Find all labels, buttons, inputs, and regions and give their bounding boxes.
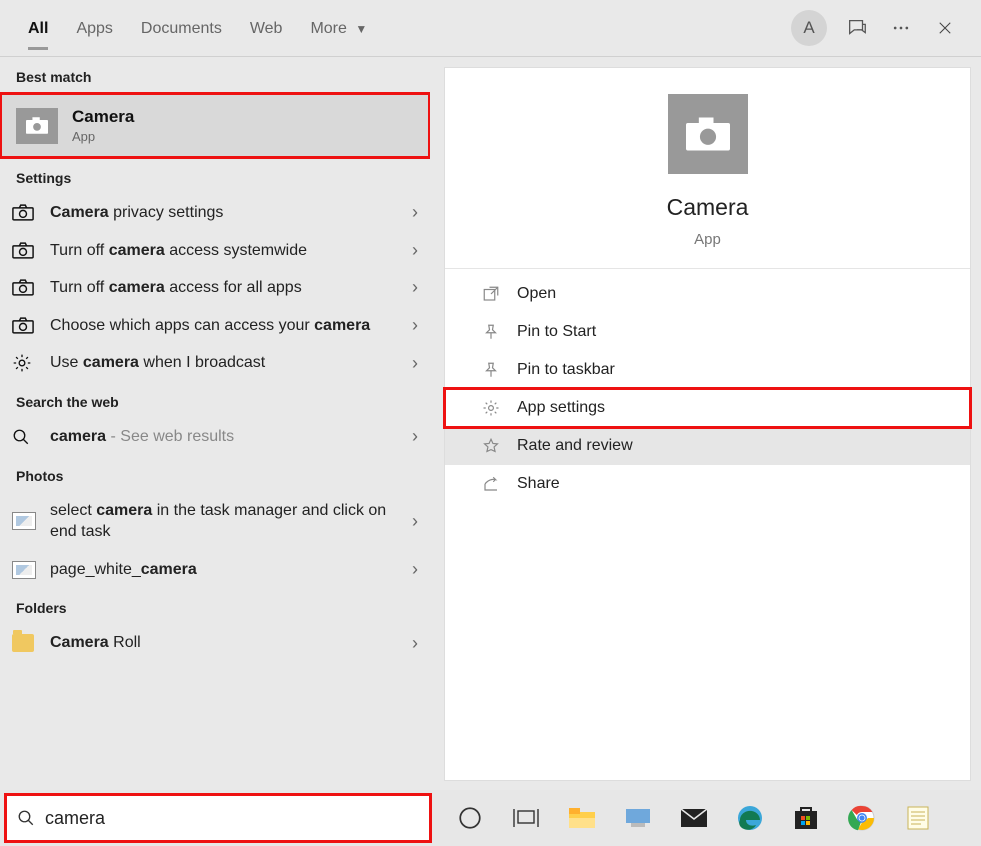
chevron-right-icon: › [412, 426, 418, 447]
chrome-icon[interactable] [834, 794, 890, 842]
action-pin-start-label: Pin to Start [517, 323, 596, 341]
feedback-icon[interactable] [835, 6, 879, 50]
action-rate-review[interactable]: Rate and review [445, 427, 970, 465]
chevron-right-icon: › [412, 633, 418, 654]
action-open[interactable]: Open [445, 275, 970, 313]
action-rate-label: Rate and review [517, 437, 633, 455]
chevron-right-icon: › [412, 315, 418, 336]
camera-app-icon [668, 94, 748, 174]
image-icon [12, 561, 36, 579]
chevron-down-icon: ▼ [355, 22, 367, 36]
web-result-camera[interactable]: camera - See web results › [0, 418, 430, 456]
star-icon [481, 437, 501, 455]
store-icon[interactable] [778, 794, 834, 842]
tab-web[interactable]: Web [236, 6, 297, 50]
pin-icon [481, 323, 501, 341]
more-options-icon[interactable] [879, 6, 923, 50]
setting-camera-privacy[interactable]: Camera privacy settings › [0, 194, 430, 232]
chevron-right-icon: › [412, 240, 418, 261]
action-pin-taskbar-label: Pin to taskbar [517, 361, 615, 379]
mail-icon[interactable] [666, 794, 722, 842]
action-app-settings-label: App settings [517, 399, 605, 417]
preview-kind: App [445, 231, 970, 248]
tab-more[interactable]: More ▼ [296, 6, 381, 50]
gear-icon [12, 353, 36, 373]
chevron-right-icon: › [412, 353, 418, 374]
share-icon [481, 475, 501, 493]
action-app-settings[interactable]: App settings [445, 389, 970, 427]
camera-outline-icon [12, 204, 36, 221]
edge-icon[interactable] [722, 794, 778, 842]
section-search-web: Search the web [0, 382, 430, 418]
setting-use-when-broadcast[interactable]: Use camera when I broadcast › [0, 344, 430, 382]
task-view-icon[interactable] [498, 794, 554, 842]
chevron-right-icon: › [412, 559, 418, 580]
search-icon [12, 428, 36, 446]
chevron-right-icon: › [412, 202, 418, 223]
taskbar [0, 790, 981, 846]
setting-turn-off-systemwide[interactable]: Turn off camera access systemwide › [0, 232, 430, 270]
avatar[interactable]: A [791, 10, 827, 46]
action-share-label: Share [517, 475, 560, 493]
camera-outline-icon [12, 317, 36, 334]
section-folders: Folders [0, 588, 430, 624]
file-explorer-icon[interactable] [554, 794, 610, 842]
setting-choose-apps[interactable]: Choose which apps can access your camera… [0, 307, 430, 345]
action-open-label: Open [517, 285, 556, 303]
photo-result-page-white[interactable]: page_white_camera › [0, 551, 430, 589]
section-settings: Settings [0, 158, 430, 194]
best-match-result[interactable]: Camera App [0, 93, 430, 158]
action-pin-taskbar[interactable]: Pin to taskbar [445, 351, 970, 389]
folder-icon [12, 634, 36, 652]
pin-icon [481, 361, 501, 379]
search-icon [17, 809, 35, 827]
folder-camera-roll[interactable]: Camera Roll › [0, 624, 430, 662]
results-column: Best match Camera App Settings Camera pr… [0, 57, 430, 791]
tabs-bar: All Apps Documents Web More ▼ A [0, 0, 981, 56]
section-photos: Photos [0, 456, 430, 492]
tab-documents[interactable]: Documents [127, 6, 236, 50]
app-icon-1[interactable] [610, 794, 666, 842]
action-pin-start[interactable]: Pin to Start [445, 313, 970, 351]
camera-outline-icon [12, 242, 36, 259]
gear-icon [481, 399, 501, 417]
tab-all[interactable]: All [14, 6, 62, 50]
photo-result-task-manager[interactable]: select camera in the task manager and cl… [0, 492, 430, 551]
chevron-right-icon: › [412, 277, 418, 298]
best-match-kind: App [72, 129, 134, 144]
open-icon [481, 285, 501, 303]
tab-apps[interactable]: Apps [62, 6, 126, 50]
action-share[interactable]: Share [445, 465, 970, 503]
setting-turn-off-all-apps[interactable]: Turn off camera access for all apps › [0, 269, 430, 307]
notepad-icon[interactable] [890, 794, 946, 842]
cortana-icon[interactable] [442, 794, 498, 842]
best-match-title: Camera [72, 107, 134, 127]
search-input[interactable] [45, 808, 419, 829]
chevron-right-icon: › [412, 511, 418, 532]
preview-panel: Camera App Open Pin to Start [444, 67, 971, 781]
close-icon[interactable] [923, 6, 967, 50]
camera-outline-icon [12, 279, 36, 296]
preview-title: Camera [445, 194, 970, 221]
camera-app-icon [16, 108, 58, 144]
tab-more-label: More [310, 20, 346, 37]
section-best-match: Best match [0, 57, 430, 93]
search-box[interactable] [6, 795, 430, 841]
preview-column: Camera App Open Pin to Start [430, 57, 981, 791]
image-icon [12, 512, 36, 530]
